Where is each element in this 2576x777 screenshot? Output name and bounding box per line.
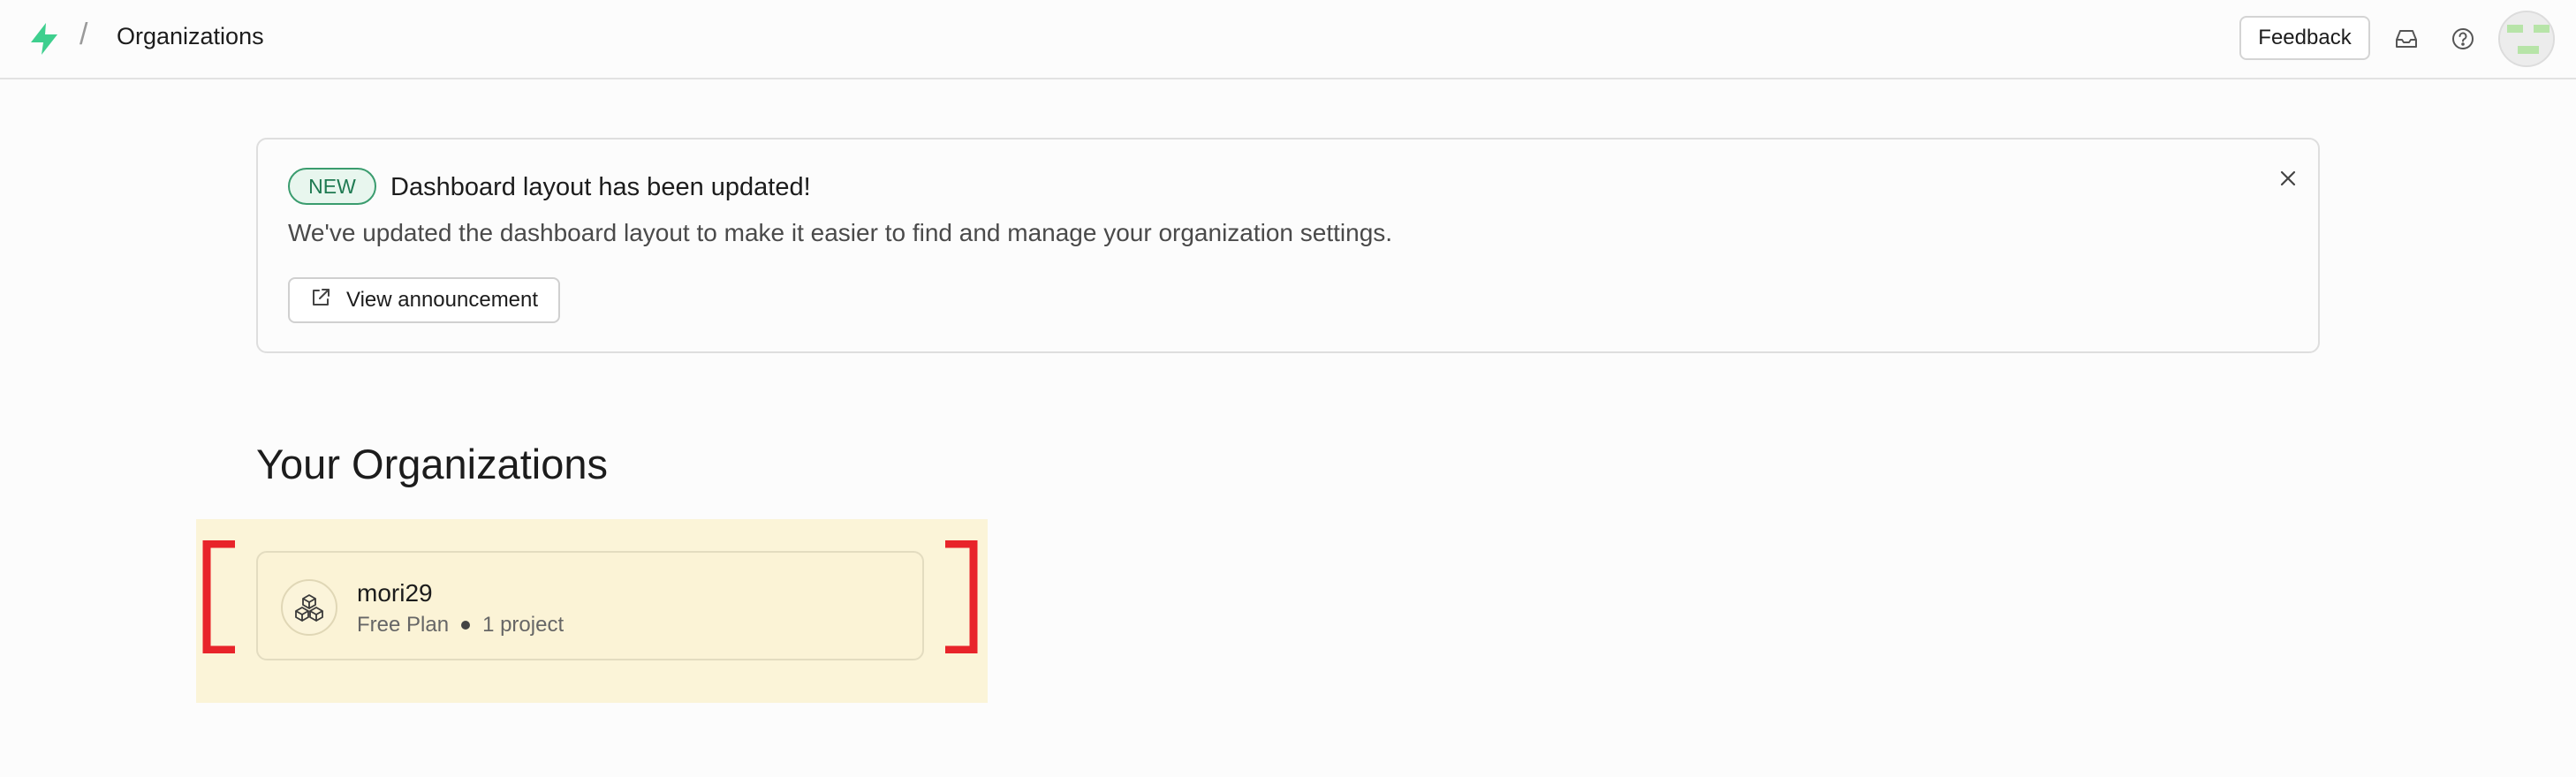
supabase-logo-icon[interactable] <box>27 21 62 57</box>
top-bar: / Organizations Feedback <box>0 0 2576 79</box>
announcement-description: We've updated the dashboard layout to ma… <box>288 219 1393 246</box>
announcement-title: Dashboard layout has been updated! <box>390 173 811 201</box>
section-title: Your Organizations <box>256 441 609 487</box>
right-bracket-marker <box>943 539 979 654</box>
announcement-card: NEW Dashboard layout has been updated! W… <box>256 138 2320 353</box>
organization-card[interactable]: mori29 Free Plan 1 project <box>256 551 924 660</box>
page-title: Organizations <box>117 23 264 49</box>
breadcrumb-separator: / <box>80 18 88 51</box>
organization-plan: Free Plan <box>357 613 450 637</box>
feedback-button[interactable]: Feedback <box>2239 16 2370 60</box>
boxes-icon <box>281 579 337 636</box>
inbox-icon[interactable] <box>2391 24 2421 54</box>
organization-meta: Free Plan 1 project <box>357 613 564 637</box>
view-announcement-label: View announcement <box>346 288 539 312</box>
separator-dot <box>461 621 471 630</box>
organization-name: mori29 <box>357 579 433 607</box>
help-circle-icon[interactable] <box>2448 24 2478 54</box>
external-link-icon <box>309 286 332 315</box>
view-announcement-button[interactable]: View announcement <box>288 277 560 323</box>
new-badge: NEW <box>288 168 376 205</box>
avatar[interactable] <box>2498 11 2555 67</box>
left-bracket-marker <box>201 539 237 654</box>
organization-project-count: 1 project <box>482 613 564 637</box>
close-icon[interactable] <box>2274 164 2302 192</box>
